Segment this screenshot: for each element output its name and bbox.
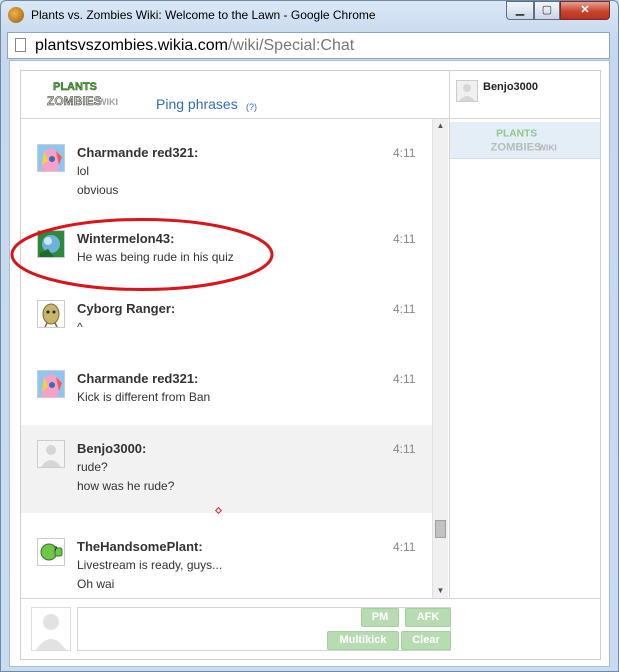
afk-button[interactable]: AFK: [405, 608, 451, 627]
message-text: rude?: [77, 460, 108, 474]
message-username[interactable]: TheHandsomePlant:: [77, 539, 203, 554]
ping-help-link[interactable]: (?): [246, 102, 257, 112]
message-time: 4:11: [393, 442, 416, 456]
peashooter-avatar[interactable]: 7: [37, 538, 65, 566]
url-path: /wiki/Special:Chat: [227, 37, 355, 54]
room-tile[interactable]: PLANTS ZOMBIES WIKI: [450, 122, 600, 159]
browser-window: Plants vs. Zombies Wiki: Welcome to the …: [0, 0, 619, 672]
title-bar[interactable]: Plants vs. Zombies Wiki: Welcome to the …: [1, 1, 618, 29]
logo-line2: ZOMBIES: [47, 94, 102, 108]
pony-avatar[interactable]: [37, 370, 65, 398]
room-logo-line1: PLANTS: [496, 128, 537, 139]
message-item-self: Benjo3000: 4:11 rude? how was he rude?: [21, 425, 432, 513]
current-user-name: Benjo3000: [483, 81, 539, 93]
logo-line3: WIKI: [98, 97, 118, 107]
scroll-down-arrow-icon[interactable]: ▼: [433, 584, 448, 598]
message-time: 4:11: [393, 146, 416, 160]
scroll-up-arrow-icon[interactable]: ▲: [433, 119, 448, 133]
message-username[interactable]: Charmande red321:: [77, 371, 198, 386]
wiki-logo[interactable]: PLANTS ZOMBIES WIKI: [47, 79, 123, 109]
chat-panel: PLANTS ZOMBIES WIKI Ping phrases (?) Ben…: [20, 70, 601, 660]
message-text: ^: [77, 320, 83, 334]
message-time: 4:11: [393, 302, 416, 316]
current-user-panel[interactable]: Benjo3000: [449, 71, 601, 118]
message-item: Charmande red321: 4:11 lol obvious: [21, 119, 432, 205]
wiki-favicon-icon: [8, 7, 24, 23]
minimize-button[interactable]: ▁: [506, 1, 534, 20]
url-text[interactable]: plantsvszombies.wikia.com/wiki/Special:C…: [35, 37, 354, 55]
multikick-button[interactable]: Multikick: [327, 631, 399, 650]
message-item: 7 TheHandsomePlant: 4:11 Livestream is r…: [21, 513, 432, 598]
ping-phrases-link[interactable]: Ping phrases: [156, 96, 238, 112]
clear-button[interactable]: Clear: [401, 631, 451, 650]
message-list[interactable]: Charmande red321: 4:11 lol obvious Winte…: [21, 119, 432, 598]
logo-line1: PLANTS: [53, 81, 97, 93]
url-domain: plantsvszombies.wikia.com: [35, 37, 228, 54]
room-logo-line3: WIKI: [538, 142, 557, 152]
message-text: lol: [77, 164, 90, 178]
message-text: obvious: [77, 183, 119, 197]
message-time: 4:11: [393, 372, 416, 386]
default-avatar[interactable]: [37, 440, 65, 468]
message-username[interactable]: Charmande red321:: [77, 145, 198, 160]
page-icon: [15, 38, 26, 52]
room-logo: PLANTS ZOMBIES WIKI: [491, 128, 557, 153]
address-bar[interactable]: plantsvszombies.wikia.com/wiki/Special:C…: [7, 32, 610, 59]
user-sidebar: PLANTS ZOMBIES WIKI: [449, 119, 600, 598]
message-text: Oh wai: [77, 577, 115, 591]
message-item: Charmande red321: 4:11 Kick is different…: [21, 345, 432, 415]
message-time: 4:11: [393, 540, 416, 554]
window-title: Plants vs. Zombies Wiki: Welcome to the …: [31, 8, 376, 22]
message-username[interactable]: Benjo3000:: [77, 441, 146, 456]
input-bar: PM AFK Multikick Clear: [21, 598, 600, 661]
message-time: 4:11: [393, 232, 416, 246]
user-icon: [456, 80, 478, 102]
red-circle-annotation: [10, 218, 274, 291]
message-scrollbar[interactable]: ▲ ▼: [432, 119, 448, 598]
page-content: PLANTS ZOMBIES WIKI Ping phrases (?) Ben…: [9, 60, 610, 667]
close-button[interactable]: ✕: [560, 1, 610, 20]
pm-button[interactable]: PM: [361, 608, 399, 627]
message-text: Livestream is ready, guys...: [77, 558, 223, 572]
message-text: Kick is different from Ban: [77, 390, 211, 404]
chat-header: PLANTS ZOMBIES WIKI Ping phrases (?) Ben…: [21, 71, 600, 119]
scroll-thumb[interactable]: [435, 520, 446, 538]
my-avatar: [31, 607, 71, 651]
message-username[interactable]: Cyborg Ranger:: [77, 301, 175, 316]
message-text: how was he rude?: [77, 479, 175, 493]
pony-avatar[interactable]: [37, 144, 65, 172]
potato-avatar[interactable]: [37, 300, 65, 328]
maximize-button[interactable]: ▢: [534, 1, 560, 20]
room-logo-line2: ZOMBIES: [491, 141, 543, 153]
